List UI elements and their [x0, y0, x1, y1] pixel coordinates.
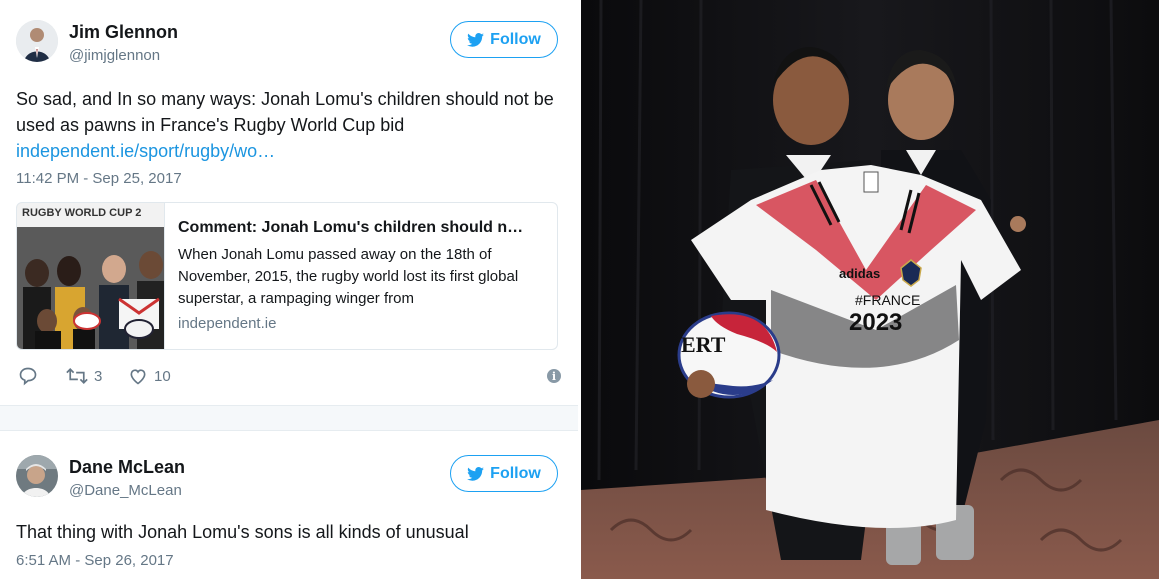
reply-button[interactable] — [18, 366, 38, 386]
follow-label: Follow — [490, 30, 541, 48]
photo-panel: adidas #FRANCE 2023 ERT — [581, 0, 1159, 579]
like-button[interactable]: 10 — [128, 366, 171, 386]
follow-button[interactable]: Follow — [450, 455, 558, 492]
retweet-icon — [66, 368, 88, 384]
info-icon[interactable]: i — [547, 369, 561, 383]
tweet-link[interactable]: independent.ie/sport/rugby/wo… — [16, 141, 275, 162]
avatar[interactable] — [16, 455, 58, 497]
follow-button[interactable]: Follow — [450, 21, 558, 58]
follow-label: Follow — [490, 464, 541, 482]
retweet-count: 3 — [94, 367, 103, 385]
retweet-button[interactable]: 3 — [66, 366, 102, 386]
tweet-dane-mclean: Dane McLean @Dane_McLean Follow That thi… — [0, 431, 578, 579]
jersey-text-year: 2023 — [849, 309, 902, 336]
card-title: Comment: Jonah Lomu's children should n… — [178, 219, 524, 236]
tweet-separator — [0, 405, 578, 431]
card-thumbnail: RUGBY WORLD CUP 2 — [17, 203, 165, 349]
author-handle[interactable]: @jimjglennon — [69, 47, 160, 64]
tweets-panel: Jim Glennon @jimjglennon Follow So sad, … — [0, 0, 578, 579]
ball-brand-text: ERT — [681, 332, 726, 357]
card-domain: independent.ie — [178, 315, 277, 332]
tweet-timestamp[interactable]: 6:51 AM - Sep 26, 2017 — [16, 552, 174, 569]
reply-icon — [19, 367, 37, 386]
tweet-timestamp[interactable]: 11:42 PM - Sep 25, 2017 — [16, 170, 182, 187]
author-handle[interactable]: @Dane_McLean — [69, 482, 182, 499]
card-description: When Jonah Lomu passed away on the 18th … — [178, 246, 519, 307]
boys-jersey-photo-icon: adidas #FRANCE 2023 ERT — [581, 0, 1159, 579]
author-name[interactable]: Dane McLean — [69, 457, 185, 478]
card-image-caption: RUGBY WORLD CUP 2 — [22, 207, 142, 219]
twitter-bird-icon — [467, 32, 485, 47]
heart-icon — [130, 369, 146, 385]
tweet-actions: 3 10 i — [16, 366, 561, 390]
card-photo-icon — [17, 203, 164, 349]
author-name[interactable]: Jim Glennon — [69, 22, 178, 43]
link-card[interactable]: RUGBY WORLD CUP 2 Comment: Jonah Lomu's … — [16, 202, 558, 350]
tweet-text: That thing with Jonah Lomu's sons is all… — [16, 522, 469, 542]
tweet-jim-glennon: Jim Glennon @jimjglennon Follow So sad, … — [0, 0, 578, 405]
avatar-photo-icon — [16, 20, 58, 62]
jersey-brand: adidas — [839, 266, 880, 281]
twitter-bird-icon — [467, 466, 485, 481]
like-count: 10 — [154, 367, 171, 385]
avatar-photo-icon — [16, 455, 58, 497]
tweet-text: So sad, and In so many ways: Jonah Lomu'… — [16, 89, 554, 135]
avatar[interactable] — [16, 20, 58, 62]
jersey-text-france: #FRANCE — [855, 292, 920, 308]
